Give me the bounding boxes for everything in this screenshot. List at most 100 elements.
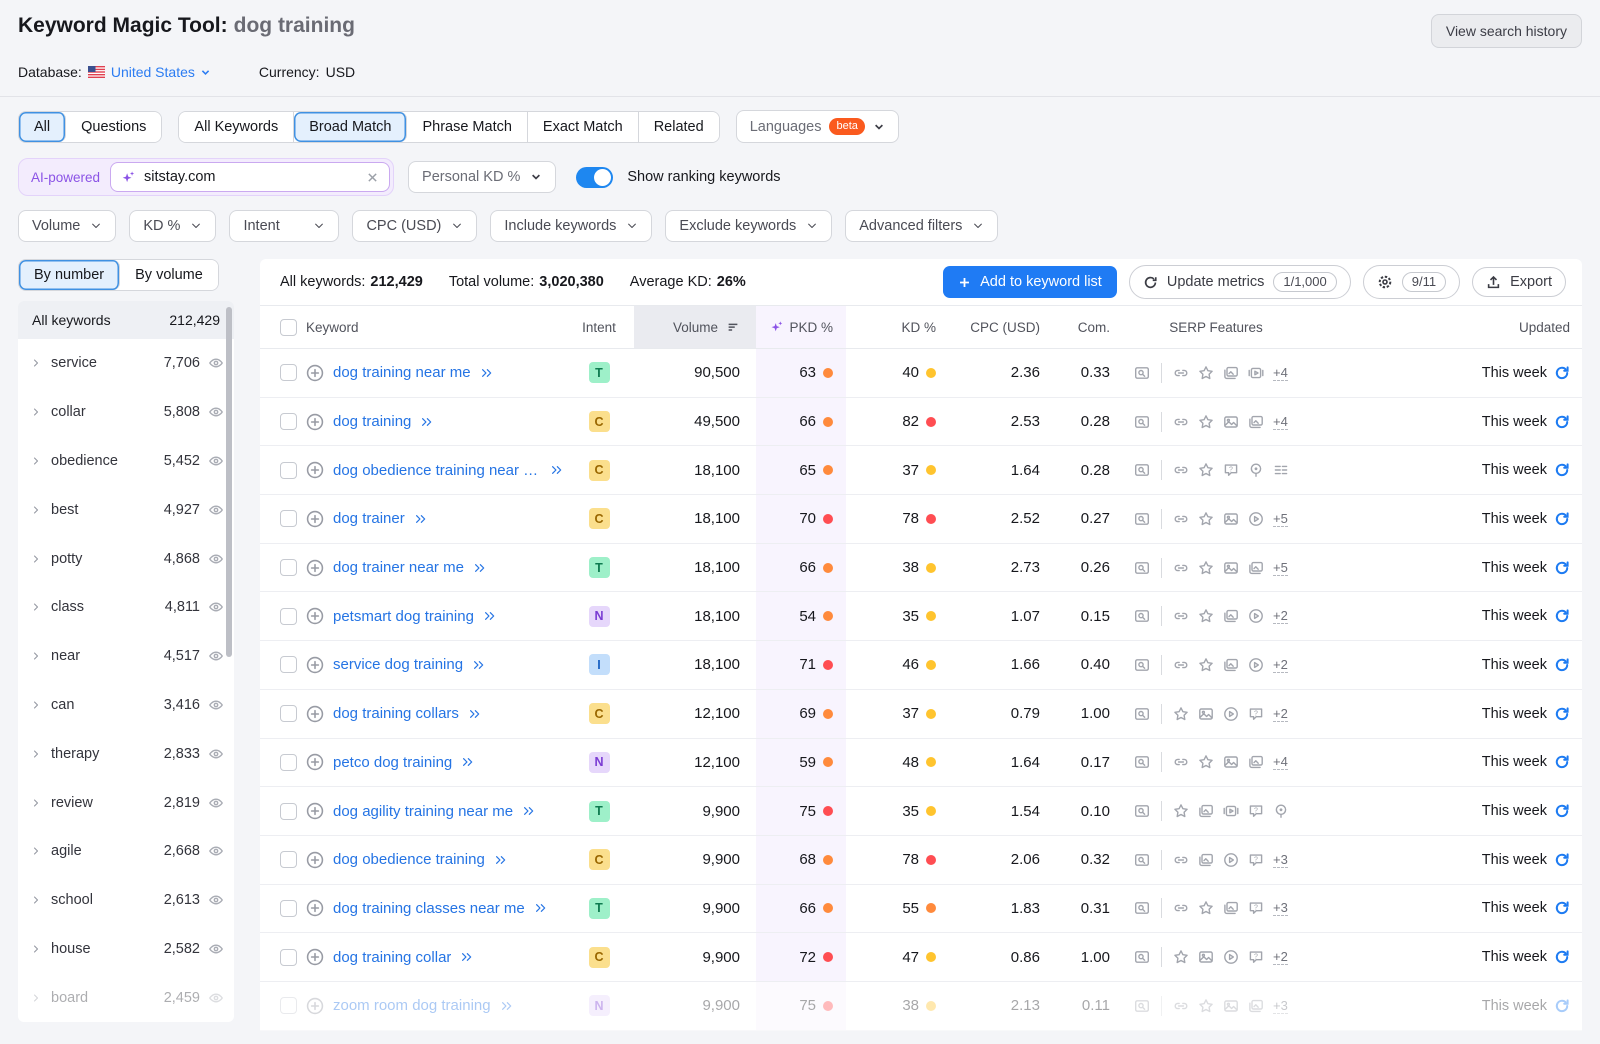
column-pkd[interactable]: PKD % [756, 306, 846, 348]
clear-input-icon[interactable] [366, 171, 379, 184]
refresh-icon[interactable] [1554, 560, 1570, 576]
sidebar-group-obedience[interactable]: obedience5,452 [18, 437, 234, 486]
plus-circle-icon[interactable] [306, 413, 324, 431]
eye-icon[interactable] [208, 941, 224, 957]
view-search-history-button[interactable]: View search history [1431, 14, 1582, 48]
keyword-link[interactable]: petsmart dog training [333, 608, 474, 625]
sidebar-scrollbar[interactable] [226, 307, 232, 657]
sidebar-group-agile[interactable]: agile2,668 [18, 827, 234, 876]
filter-include-keywords[interactable]: Include keywords [490, 210, 652, 242]
row-checkbox[interactable] [280, 900, 297, 917]
eye-icon[interactable] [208, 453, 224, 469]
personal-kd-dropdown[interactable]: Personal KD % [408, 161, 556, 193]
refresh-icon[interactable] [1554, 706, 1570, 722]
select-all-checkbox[interactable] [280, 319, 297, 336]
double-chevron-icon[interactable] [534, 901, 548, 915]
keyword-link[interactable]: dog training collar [333, 949, 451, 966]
sidebar-group-can[interactable]: can3,416 [18, 681, 234, 730]
row-checkbox[interactable] [280, 413, 297, 430]
refresh-icon[interactable] [1554, 657, 1570, 673]
tab-all[interactable]: All [19, 112, 66, 142]
refresh-icon[interactable] [1554, 949, 1570, 965]
keyword-link[interactable]: service dog training [333, 656, 463, 673]
eye-icon[interactable] [208, 648, 224, 664]
column-kd[interactable]: KD % [846, 306, 940, 348]
plus-circle-icon[interactable] [306, 948, 324, 966]
database-selector[interactable]: United States [111, 64, 211, 80]
double-chevron-icon[interactable] [420, 415, 434, 429]
keyword-link[interactable]: petco dog training [333, 754, 452, 771]
sidebar-group-school[interactable]: school2,613 [18, 876, 234, 925]
tab-exact-match[interactable]: Exact Match [528, 112, 639, 142]
column-com[interactable]: Com. [1040, 306, 1110, 348]
plus-circle-icon[interactable] [306, 851, 324, 869]
row-checkbox[interactable] [280, 851, 297, 868]
filter-exclude-keywords[interactable]: Exclude keywords [665, 210, 832, 242]
row-checkbox[interactable] [280, 705, 297, 722]
filter-kd-[interactable]: KD % [129, 210, 216, 242]
double-chevron-icon[interactable] [468, 707, 482, 721]
update-metrics-button[interactable]: Update metrics 1/1,000 [1129, 265, 1351, 299]
row-checkbox[interactable] [280, 608, 297, 625]
sidebar-group-board[interactable]: board2,459 [18, 973, 234, 1022]
plus-circle-icon[interactable] [306, 997, 324, 1015]
column-intent[interactable]: Intent [564, 306, 634, 348]
double-chevron-icon[interactable] [500, 999, 514, 1013]
refresh-icon[interactable] [1554, 608, 1570, 624]
double-chevron-icon[interactable] [480, 366, 494, 380]
show-ranking-keywords-toggle[interactable] [576, 167, 613, 188]
row-checkbox[interactable] [280, 803, 297, 820]
row-checkbox[interactable] [280, 510, 297, 527]
plus-circle-icon[interactable] [306, 364, 324, 382]
eye-icon[interactable] [208, 599, 224, 615]
row-checkbox[interactable] [280, 949, 297, 966]
languages-dropdown[interactable]: Languages beta [736, 110, 899, 143]
refresh-icon[interactable] [1554, 900, 1570, 916]
tab-broad-match[interactable]: Broad Match [294, 112, 407, 142]
serp-more-count[interactable]: +4 [1273, 414, 1288, 430]
sidebar-tab-by-number[interactable]: By number [19, 260, 120, 290]
plus-circle-icon[interactable] [306, 753, 324, 771]
sidebar-group-class[interactable]: class4,811 [18, 583, 234, 632]
serp-more-count[interactable]: +2 [1273, 657, 1288, 673]
refresh-icon[interactable] [1554, 998, 1570, 1014]
serp-more-count[interactable]: +2 [1273, 608, 1288, 624]
serp-more-count[interactable]: +5 [1273, 511, 1288, 527]
double-chevron-icon[interactable] [472, 658, 486, 672]
row-checkbox[interactable] [280, 754, 297, 771]
row-checkbox[interactable] [280, 559, 297, 576]
row-checkbox[interactable] [280, 656, 297, 673]
tab-questions[interactable]: Questions [66, 112, 161, 142]
double-chevron-icon[interactable] [483, 609, 497, 623]
eye-icon[interactable] [208, 990, 224, 1006]
eye-icon[interactable] [208, 551, 224, 567]
serp-more-count[interactable]: +5 [1273, 560, 1288, 576]
eye-icon[interactable] [208, 795, 224, 811]
eye-icon[interactable] [208, 892, 224, 908]
keyword-link[interactable]: zoom room dog training [333, 997, 491, 1014]
double-chevron-icon[interactable] [494, 853, 508, 867]
keyword-link[interactable]: dog training near me [333, 364, 471, 381]
keyword-link[interactable]: dog training [333, 413, 411, 430]
plus-circle-icon[interactable] [306, 899, 324, 917]
filter-advanced-filters[interactable]: Advanced filters [845, 210, 998, 242]
row-checkbox[interactable] [280, 997, 297, 1014]
double-chevron-icon[interactable] [461, 755, 475, 769]
row-checkbox[interactable] [280, 364, 297, 381]
row-checkbox[interactable] [280, 462, 297, 479]
refresh-icon[interactable] [1554, 462, 1570, 478]
sidebar-group-near[interactable]: near4,517 [18, 632, 234, 681]
refresh-icon[interactable] [1554, 803, 1570, 819]
sidebar-group-review[interactable]: review2,819 [18, 778, 234, 827]
refresh-icon[interactable] [1554, 511, 1570, 527]
serp-more-count[interactable]: +2 [1273, 949, 1288, 965]
column-serp-features[interactable]: SERP Features [1110, 306, 1312, 348]
column-cpc[interactable]: CPC (USD) [940, 306, 1040, 348]
sidebar-group-best[interactable]: best4,927 [18, 485, 234, 534]
eye-icon[interactable] [208, 355, 224, 371]
all-keywords-group[interactable]: All keywords 212,429 [18, 301, 234, 339]
column-updated[interactable]: Updated [1312, 306, 1582, 348]
sidebar-tab-by-volume[interactable]: By volume [120, 260, 218, 290]
double-chevron-icon[interactable] [550, 463, 564, 477]
serp-more-count[interactable]: +3 [1273, 998, 1288, 1014]
